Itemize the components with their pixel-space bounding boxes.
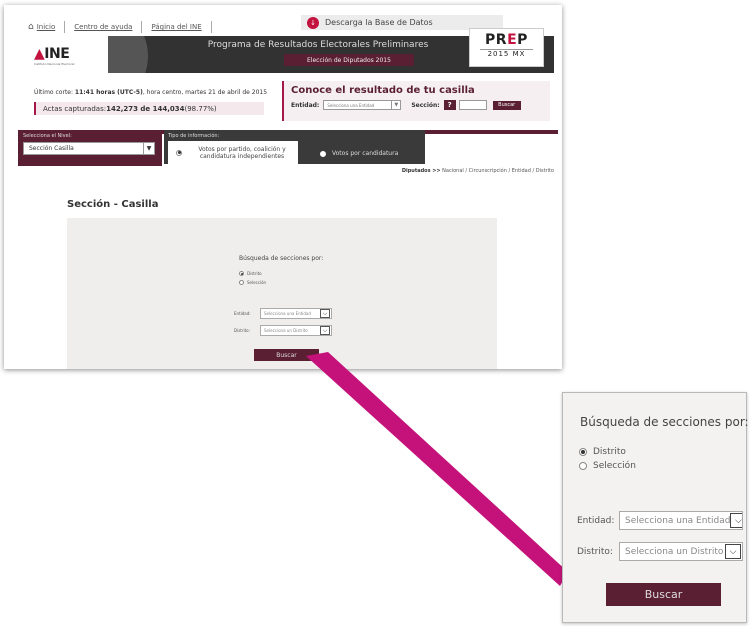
radio-selected-icon	[579, 448, 587, 456]
radio-icon	[579, 462, 587, 470]
chevron-down-icon: ⌵	[725, 544, 741, 559]
distrito-label: Distrito:	[577, 547, 613, 557]
search-heading: Búsqueda de secciones por:	[580, 415, 749, 429]
entidad-label: Entidad:	[577, 516, 615, 526]
callout-wedge	[306, 352, 568, 586]
chevron-down-icon: ⌵	[730, 513, 742, 528]
search-button[interactable]: Buscar	[606, 583, 721, 606]
page: ⌂ Inicio Centro de ayuda Página del INE …	[0, 0, 752, 627]
entidad-select[interactable]: Selecciona una Entidad ⌵	[619, 511, 743, 530]
distrito-select[interactable]: Selecciona un Distrito ⌵	[619, 542, 743, 561]
radio-distrito[interactable]: Distrito	[579, 447, 626, 457]
radio-seleccion[interactable]: Selección	[579, 461, 636, 471]
zoomed-search-panel: Búsqueda de secciones por: Distrito Sele…	[562, 392, 749, 623]
